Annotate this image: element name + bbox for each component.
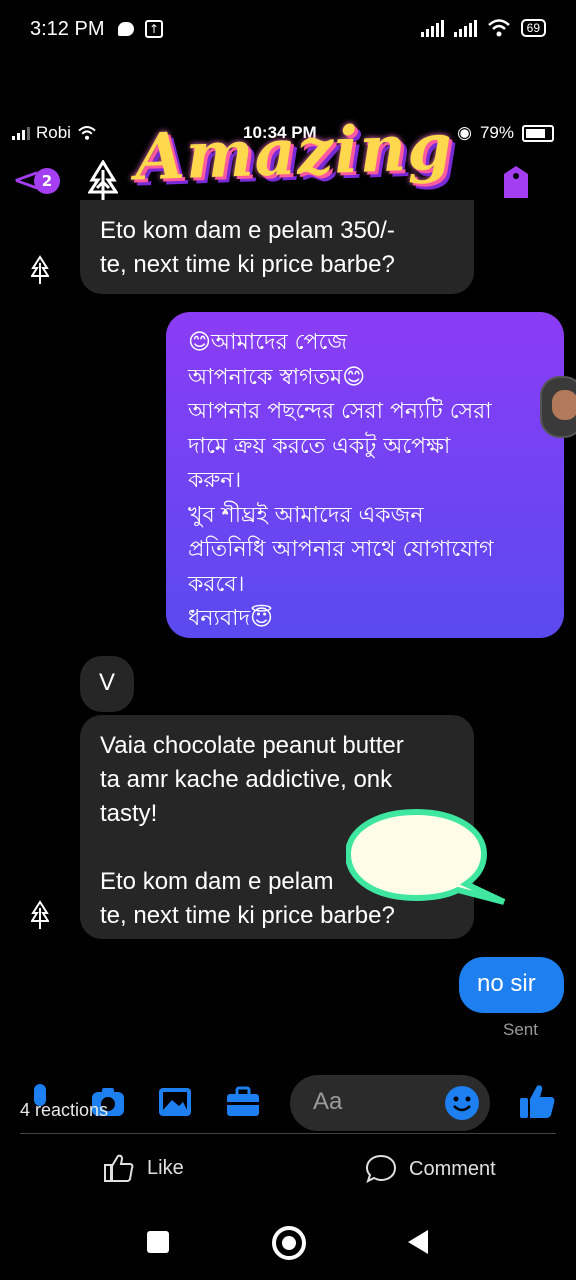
comment-icon xyxy=(365,1154,397,1183)
outer-status-icons: 69 xyxy=(420,18,546,38)
inner-battery-icon xyxy=(522,124,554,142)
gallery-icon[interactable] xyxy=(157,1084,193,1120)
message-notification-icon xyxy=(118,22,134,36)
carrier-name: Robi xyxy=(36,123,71,142)
recents-button[interactable] xyxy=(147,1231,169,1253)
inner-signal-icon xyxy=(12,126,30,140)
battery-indicator: 69 xyxy=(520,19,546,37)
comment-label: Comment xyxy=(409,1157,496,1180)
tag-icon[interactable] xyxy=(500,164,532,200)
divider xyxy=(20,1133,556,1134)
rotation-lock-icon: ◉ xyxy=(457,123,472,142)
message-bubble-outgoing-bangla[interactable]: 😊আমাদের পেজে আপনাকে স্বাগতম😊 আপনার পছন্দ… xyxy=(166,312,564,638)
wifi-icon xyxy=(487,19,510,37)
signal-icon-2 xyxy=(453,19,477,37)
like-icon xyxy=(104,1154,134,1182)
upload-notification-icon: ↑ xyxy=(145,20,163,38)
page-avatar-tree-icon[interactable] xyxy=(88,160,118,204)
message-bubble-incoming-short[interactable]: V xyxy=(80,656,134,712)
inner-wifi-icon xyxy=(78,126,96,140)
chat-head-avatar[interactable] xyxy=(552,390,576,420)
home-button[interactable] xyxy=(272,1226,306,1260)
outer-status-time: 3:12 PM xyxy=(30,18,105,40)
back-nav-button[interactable] xyxy=(406,1228,430,1256)
speech-bubble-sticker xyxy=(346,808,506,905)
sender-avatar-icon xyxy=(31,255,49,284)
amazing-sticker-text: Amazing xyxy=(133,109,454,196)
inner-status-right: ◉ 79% xyxy=(457,123,554,143)
like-button[interactable]: Like xyxy=(103,1153,184,1183)
sender-avatar-icon-2 xyxy=(31,900,49,929)
inner-carrier: Robi xyxy=(12,123,97,143)
unread-count-badge[interactable]: 2 xyxy=(34,168,60,194)
comment-button[interactable]: Comment xyxy=(365,1153,496,1185)
message-input-placeholder: Aa xyxy=(313,1088,343,1115)
briefcase-icon[interactable] xyxy=(225,1084,261,1120)
message-bubble-incoming-1[interactable]: Eto kom dam e pelam 350/- te, next time … xyxy=(80,200,474,294)
emoji-icon[interactable] xyxy=(444,1085,480,1121)
message-bubble-outgoing-no-sir[interactable]: no sir xyxy=(459,957,564,1013)
message-status-sent: Sent xyxy=(503,1020,538,1039)
inner-battery-percent: 79% xyxy=(479,123,514,142)
signal-icon xyxy=(420,19,444,37)
reactions-count[interactable]: 4 reactions xyxy=(20,1100,108,1121)
like-label: Like xyxy=(147,1156,184,1179)
thumbs-up-send-icon[interactable] xyxy=(518,1082,556,1120)
